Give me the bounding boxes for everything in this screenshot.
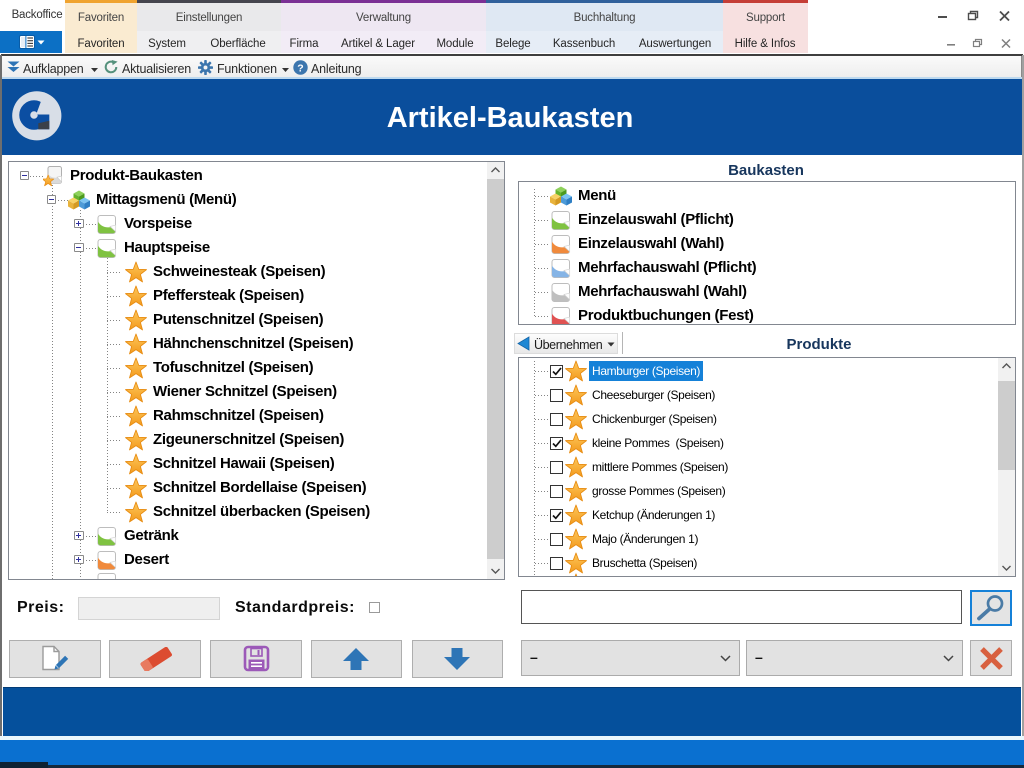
svg-text:?: ? [297,62,303,74]
